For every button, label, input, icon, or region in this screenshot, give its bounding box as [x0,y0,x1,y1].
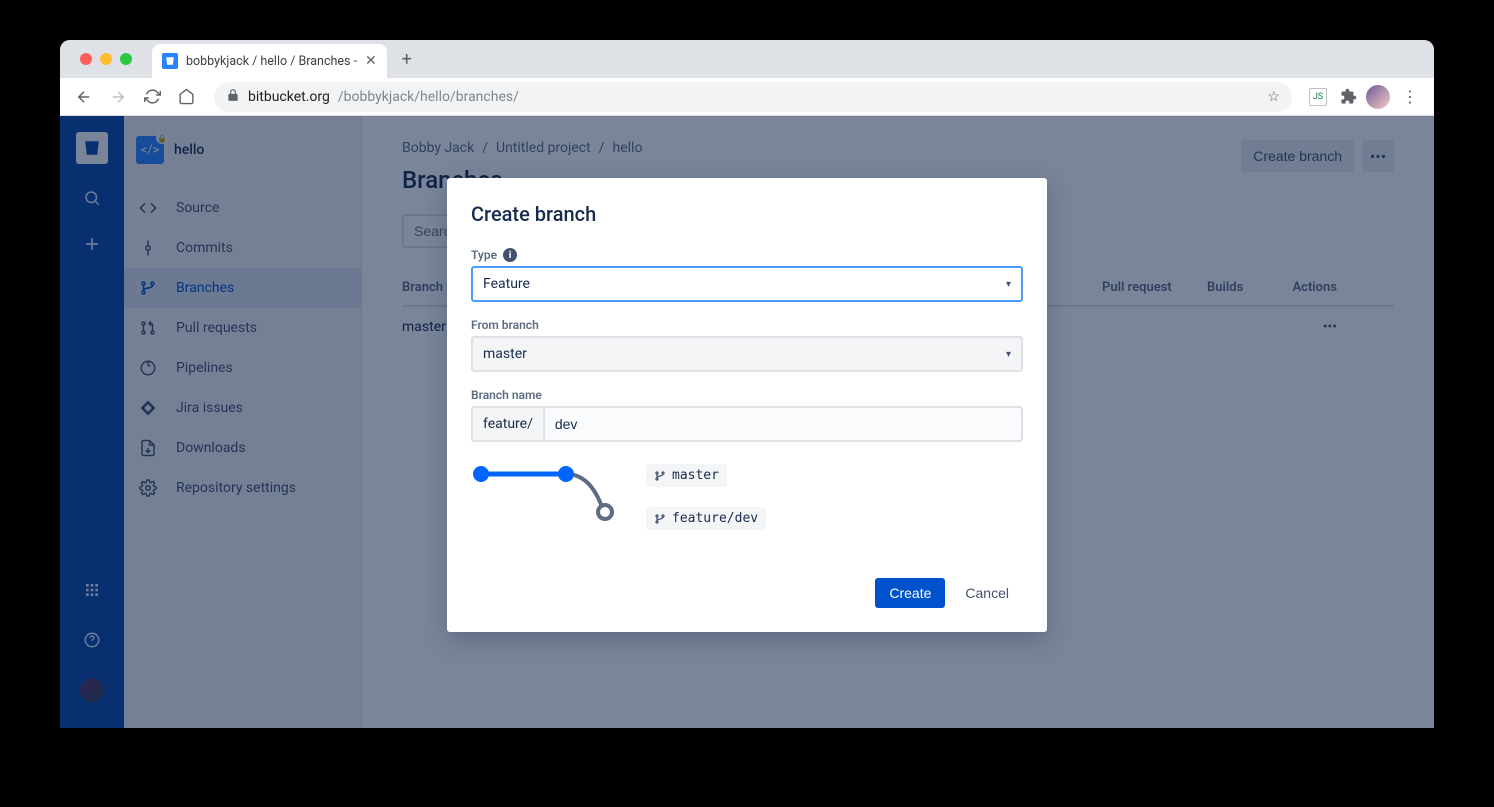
diagram-source-branch: master [646,464,727,487]
address-bar[interactable]: bitbucket.org/bobbykjack/hello/branches/… [214,82,1292,112]
diagram-graph-icon [471,462,616,522]
branch-name-input-group: feature/ [471,406,1023,442]
type-label: Type i [471,248,1023,262]
reload-button[interactable] [138,83,166,111]
app-root: </> 🔒 hello Source Commits Branches Pull… [60,116,1434,728]
url-host: bitbucket.org [248,89,330,105]
url-path: /bobbykjack/hello/branches/ [338,89,519,105]
type-select[interactable]: Feature ▾ [471,266,1023,302]
maximize-window-button[interactable] [120,53,132,65]
lock-icon [226,88,240,106]
info-icon[interactable]: i [503,248,517,262]
profile-avatar[interactable] [1366,85,1390,109]
branch-name-label: Branch name [471,388,1023,402]
chevron-down-icon: ▾ [1006,279,1011,290]
create-branch-modal: Create branch Type i Feature ▾ From bran… [447,178,1047,632]
branch-name-prefix: feature/ [471,406,543,442]
type-value: Feature [483,276,530,292]
close-tab-button[interactable]: ✕ [365,53,377,69]
tab-title: bobbykjack / hello / Branches - [186,54,357,69]
browser-window: bobbykjack / hello / Branches - ✕ + bitb… [60,40,1434,728]
forward-button[interactable] [104,83,132,111]
cancel-button[interactable]: Cancel [951,578,1023,608]
from-branch-label: From branch [471,318,1023,332]
bitbucket-favicon-icon [162,53,178,69]
modal-overlay[interactable]: Create branch Type i Feature ▾ From bran… [60,116,1434,728]
branch-diagram: master feature/dev [471,462,1023,530]
browser-toolbar: bitbucket.org/bobbykjack/hello/branches/… [60,78,1434,116]
extensions-icon[interactable] [1336,85,1360,109]
window-controls [68,53,144,65]
from-branch-value: master [483,346,527,362]
minimize-window-button[interactable] [100,53,112,65]
home-button[interactable] [172,83,200,111]
create-button[interactable]: Create [875,578,945,608]
browser-tab-bar: bobbykjack / hello / Branches - ✕ + [60,40,1434,78]
browser-tab[interactable]: bobbykjack / hello / Branches - ✕ [152,44,387,78]
from-branch-select[interactable]: master ▾ [471,336,1023,372]
branch-name-input[interactable] [543,406,1023,442]
chevron-down-icon: ▾ [1006,349,1011,360]
browser-menu-button[interactable]: ⋮ [1396,83,1424,111]
diagram-target-branch: feature/dev [646,507,766,530]
star-icon[interactable]: ☆ [1267,89,1280,105]
close-window-button[interactable] [80,53,92,65]
extension-js-icon[interactable]: JS [1306,85,1330,109]
new-tab-button[interactable]: + [393,45,421,73]
modal-title: Create branch [471,202,1023,226]
back-button[interactable] [70,83,98,111]
